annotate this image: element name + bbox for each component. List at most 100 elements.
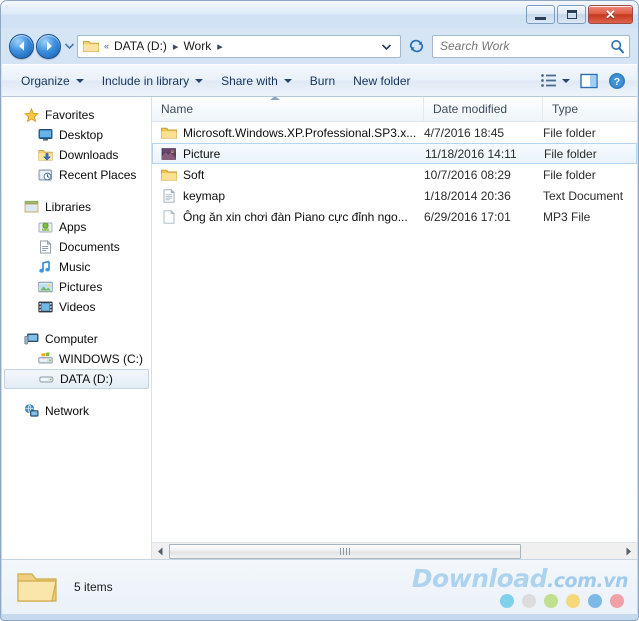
sidebar-label: Computer [45,332,98,346]
table-row[interactable]: Picture 11/18/2016 14:11 File folder [152,143,637,164]
address-bar[interactable]: « DATA (D:) ▸ Work ▸ [77,34,401,58]
scroll-right-button[interactable] [620,542,637,560]
sort-ascending-icon [270,97,280,100]
maximize-button[interactable] [557,5,586,24]
chevron-down-icon [64,43,74,49]
minimize-icon [535,16,546,20]
sidebar-label: Network [45,404,90,418]
sidebar-label: Pictures [59,280,103,294]
horizontal-scrollbar[interactable] [152,542,637,560]
include-in-library-button[interactable]: Include in library [93,69,212,93]
help-button[interactable]: ? [603,68,631,94]
breadcrumb-separator-0[interactable]: ▸ [170,40,181,53]
address-dropdown-button[interactable] [380,37,397,55]
preview-pane-icon [580,73,598,88]
breadcrumb-item-drive[interactable]: DATA (D:) [111,38,170,54]
file-type: File folder [543,167,596,182]
scrollbar-track[interactable] [169,542,620,560]
sidebar-label: Music [59,260,91,274]
status-item-count: 5 items [74,580,113,594]
folder-icon [161,169,177,181]
sidebar-item-favorites[interactable]: Favorites [2,105,151,125]
column-header-type[interactable]: Type [543,97,637,121]
refresh-button[interactable] [405,35,427,58]
sidebar-item-apps[interactable]: Apps [2,217,151,237]
libraries-icon [24,200,39,214]
grip-line [340,547,341,555]
file-name-cell: Picture [153,147,425,161]
burn-button[interactable]: Burn [301,69,344,93]
recent-pages-button[interactable] [62,34,76,59]
sidebar-item-downloads[interactable]: Downloads [2,145,151,165]
breadcrumb-overflow[interactable]: « [102,41,111,51]
table-row[interactable]: Ông ăn xin chơi đàn Piano cực đỉnh ngo..… [152,206,637,227]
table-row[interactable]: Soft 10/7/2016 08:29 File folder [152,164,637,185]
back-button[interactable] [9,33,34,59]
chevron-down-icon [195,78,204,83]
forward-button[interactable] [36,33,61,59]
file-name: Microsoft.Windows.XP.Professional.SP3.x.… [183,125,417,140]
back-arrow-icon [18,41,24,51]
sidebar-item-documents[interactable]: Documents [2,237,151,257]
navigation-pane[interactable]: Favorites Desktop Downloads Recent Place… [2,97,152,559]
music-icon [38,260,53,274]
scrollbar-thumb[interactable] [169,543,521,559]
sidebar-label: Documents [59,240,120,254]
file-type: MP3 File [543,209,591,224]
new-folder-label: New folder [353,73,411,88]
sidebar-item-videos[interactable]: Videos [2,297,151,317]
file-name-cell: Soft [152,168,424,182]
file-name-cell: Ông ăn xin chơi đàn Piano cực đỉnh ngo..… [152,209,424,224]
include-in-library-label: Include in library [101,73,190,88]
sidebar-item-libraries[interactable]: Libraries [2,197,151,217]
refresh-icon [409,39,423,53]
minimize-button[interactable] [526,5,555,24]
file-date: 6/29/2016 17:01 [424,209,511,224]
file-date: 10/7/2016 08:29 [424,167,511,182]
explorer-body: Favorites Desktop Downloads Recent Place… [2,97,637,560]
search-box[interactable] [432,34,630,58]
column-header-date-modified[interactable]: Date modified [424,97,543,121]
search-icon[interactable] [610,39,625,54]
breadcrumb-item-folder[interactable]: Work [180,38,214,54]
sidebar-item-data-d[interactable]: DATA (D:) [4,369,149,389]
chevron-down-icon [75,78,84,83]
preview-pane-button[interactable] [575,69,603,93]
close-button[interactable]: ✕ [588,5,633,24]
text-document-icon [163,188,176,203]
sidebar-item-recent-places[interactable]: Recent Places [2,165,151,185]
grip-line [346,547,347,555]
search-input[interactable] [440,39,610,53]
column-header-name[interactable]: Name [152,97,424,121]
table-row[interactable]: Microsoft.Windows.XP.Professional.SP3.x.… [152,122,637,143]
file-name: Picture [183,146,221,161]
command-toolbar: Organize Include in library Share with B… [2,64,637,97]
change-view-button[interactable] [535,69,575,92]
grip-line [349,547,350,555]
sidebar-label: DATA (D:) [60,372,113,386]
file-date: 1/18/2014 20:36 [424,188,511,203]
table-row[interactable]: keymap 1/18/2014 20:36 Text Document [152,185,637,206]
share-with-button[interactable]: Share with [212,69,301,93]
new-folder-button[interactable]: New folder [344,69,419,93]
status-bar: 5 items [2,559,637,614]
organize-label: Organize [21,73,70,88]
sidebar-item-pictures[interactable]: Pictures [2,277,151,297]
file-date: 11/18/2016 14:11 [425,146,517,161]
column-header-name-label: Name [161,102,194,116]
sidebar-item-windows-c[interactable]: WINDOWS (C:) [2,349,151,369]
chevron-left-icon [158,547,163,555]
chevron-down-icon [283,78,292,83]
breadcrumb-separator-1[interactable]: ▸ [214,40,225,53]
computer-icon [24,332,39,346]
network-icon [24,404,39,418]
share-with-label: Share with [221,73,278,88]
sidebar-item-network[interactable]: Network [2,401,151,421]
scroll-left-button[interactable] [152,542,169,560]
sidebar-item-computer[interactable]: Computer [2,329,151,349]
nav-group-computer: Computer WINDOWS (C:) DATA (D:) [2,329,151,389]
sidebar-item-music[interactable]: Music [2,257,151,277]
explorer-window: ✕ « DATA (D:) ▸ Work ▸ Search Work Organ… [0,0,639,621]
sidebar-item-desktop[interactable]: Desktop [2,125,151,145]
organize-button[interactable]: Organize [12,69,93,93]
